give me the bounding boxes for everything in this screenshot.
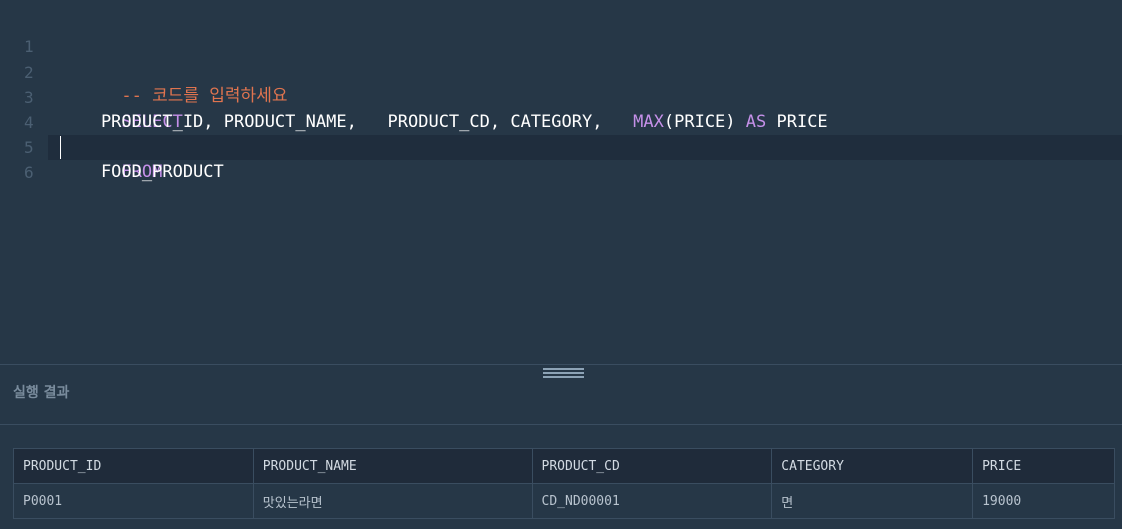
column-header: PRODUCT_CD bbox=[531, 448, 773, 484]
column-header: PRICE bbox=[972, 448, 1115, 484]
table-cell: 면 bbox=[771, 483, 974, 519]
text-cursor bbox=[60, 136, 61, 159]
code-line[interactable]: 4 FROM bbox=[0, 85, 1122, 182]
result-title: 실행 결과 bbox=[13, 385, 70, 401]
table-row: P0001 맛있는라면 CD_ND00001 면 19000 bbox=[13, 483, 1115, 519]
code-line[interactable]: 3 PRODUCT_ID, PRODUCT_NAME, PRODUCT_CD, … bbox=[0, 60, 1122, 132]
line-number: 6 bbox=[24, 163, 34, 182]
column-header: PRODUCT_ID bbox=[13, 448, 254, 484]
code-line[interactable]: 2 SELECT bbox=[0, 35, 1122, 132]
code-line[interactable]: 5 FOOD_PRODUCT bbox=[0, 110, 1122, 182]
result-header: 실행 결과 bbox=[0, 365, 1122, 425]
code-text: FOOD_PRODUCT bbox=[60, 162, 224, 182]
column-header: CATEGORY bbox=[771, 448, 974, 484]
line-code[interactable]: FOOD_PRODUCT bbox=[60, 160, 224, 185]
code-line[interactable]: 1 -- 코드를 입력하세요 bbox=[0, 9, 1122, 106]
column-header: PRODUCT_NAME bbox=[252, 448, 533, 484]
code-editor[interactable]: 1 -- 코드를 입력하세요 2 SELECT 3 PRODUCT_ID, PR… bbox=[0, 0, 1122, 364]
code-line[interactable]: 6 bbox=[0, 135, 1122, 182]
table-cell: P0001 bbox=[13, 483, 254, 519]
table-header-row: PRODUCT_ID PRODUCT_NAME PRODUCT_CD CATEG… bbox=[13, 448, 1115, 484]
table-cell: 19000 bbox=[972, 483, 1115, 519]
result-table: PRODUCT_ID PRODUCT_NAME PRODUCT_CD CATEG… bbox=[13, 448, 1115, 519]
table-cell: 맛있는라면 bbox=[252, 483, 533, 519]
table-cell: CD_ND00001 bbox=[531, 483, 773, 519]
